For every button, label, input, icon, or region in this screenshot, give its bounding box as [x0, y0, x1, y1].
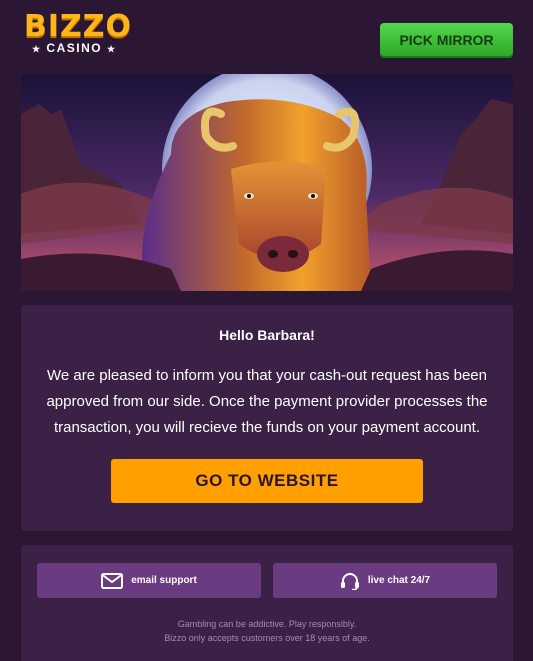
notification-card: Hello Barbara! We are pleased to inform …	[21, 305, 513, 531]
greeting-heading: Hello Barbara!	[219, 327, 315, 343]
go-to-website-button[interactable]: GO TO WEBSITE	[111, 459, 423, 503]
logo-subtitle-text: CASINO	[46, 41, 103, 55]
pick-mirror-button[interactable]: PICK MIRROR	[380, 23, 513, 56]
email-support-button[interactable]: email support	[37, 563, 261, 598]
message-body: We are pleased to inform you that your c…	[46, 367, 488, 436]
headset-icon	[340, 572, 360, 590]
star-icon: ★	[32, 44, 42, 54]
live-chat-label: live chat 24/7	[367, 575, 431, 586]
disclaimer-line: Bizzo only accepts customers over 18 yea…	[164, 633, 370, 643]
envelope-icon	[101, 572, 124, 589]
email-support-label: email support	[131, 575, 197, 586]
logo-subtitle: ★ CASINO ★	[32, 41, 117, 56]
responsible-gambling-disclaimer: Gambling can be addictive. Play responsi…	[21, 617, 513, 645]
logo-wordmark: BIZZO	[24, 9, 133, 44]
bizzo-casino-logo[interactable]: BIZZO ★ CASINO ★	[24, 12, 131, 58]
disclaimer-line: Gambling can be addictive. Play responsi…	[177, 619, 357, 629]
star-icon: ★	[106, 44, 117, 54]
live-chat-button[interactable]: live chat 24/7	[273, 563, 497, 598]
support-footer: email support live chat 24/7 Gambling ca…	[21, 545, 513, 661]
hero-banner-bison	[21, 74, 513, 291]
